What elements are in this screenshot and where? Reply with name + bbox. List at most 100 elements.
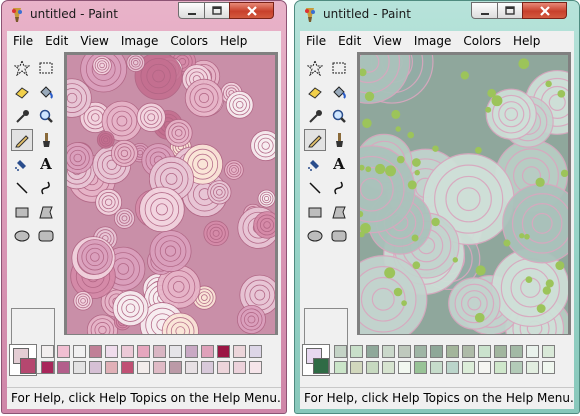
palette-swatch[interactable] bbox=[201, 361, 214, 374]
palette-swatch[interactable] bbox=[57, 361, 70, 374]
text-tool[interactable]: A bbox=[328, 153, 350, 175]
palette-swatch[interactable] bbox=[89, 345, 102, 358]
brush-tool[interactable] bbox=[35, 129, 57, 151]
palette-swatch[interactable] bbox=[233, 361, 246, 374]
palette-swatch[interactable] bbox=[494, 345, 507, 358]
curve-tool[interactable] bbox=[328, 177, 350, 199]
palette-swatch[interactable] bbox=[169, 345, 182, 358]
palette-swatch[interactable] bbox=[137, 361, 150, 374]
palette-swatch[interactable] bbox=[153, 361, 166, 374]
palette-swatch[interactable] bbox=[41, 345, 54, 358]
palette-swatch[interactable] bbox=[462, 361, 475, 374]
pick-color-tool[interactable] bbox=[11, 105, 33, 127]
close-button[interactable] bbox=[522, 2, 567, 19]
palette-swatch[interactable] bbox=[334, 345, 347, 358]
rectangle-tool[interactable] bbox=[11, 201, 33, 223]
airbrush-tool[interactable] bbox=[11, 153, 33, 175]
palette-swatch[interactable] bbox=[169, 361, 182, 374]
palette-swatch[interactable] bbox=[233, 345, 246, 358]
palette-swatch[interactable] bbox=[542, 345, 555, 358]
rect-select-tool[interactable] bbox=[328, 57, 350, 79]
brush-tool[interactable] bbox=[328, 129, 350, 151]
palette-swatch[interactable] bbox=[137, 345, 150, 358]
title-bar[interactable]: untitled - Paint bbox=[295, 1, 579, 29]
fill-tool[interactable] bbox=[328, 81, 350, 103]
palette-swatch[interactable] bbox=[73, 345, 86, 358]
ellipse-tool[interactable] bbox=[304, 225, 326, 247]
airbrush-tool[interactable] bbox=[304, 153, 326, 175]
palette-swatch[interactable] bbox=[414, 361, 427, 374]
free-form-select-tool[interactable] bbox=[304, 57, 326, 79]
free-form-select-tool[interactable] bbox=[11, 57, 33, 79]
palette-swatch[interactable] bbox=[462, 345, 475, 358]
curve-tool[interactable] bbox=[35, 177, 57, 199]
eraser-tool[interactable] bbox=[11, 81, 33, 103]
palette-swatch[interactable] bbox=[542, 361, 555, 374]
palette-swatch[interactable] bbox=[41, 361, 54, 374]
maximize-button[interactable] bbox=[204, 2, 230, 19]
menu-edit[interactable]: Edit bbox=[39, 34, 74, 48]
menu-file[interactable]: File bbox=[300, 34, 332, 48]
pick-color-tool[interactable] bbox=[304, 105, 326, 127]
palette-swatch[interactable] bbox=[526, 361, 539, 374]
palette-swatch[interactable] bbox=[217, 361, 230, 374]
eraser-tool[interactable] bbox=[304, 81, 326, 103]
menu-colors[interactable]: Colors bbox=[457, 34, 507, 48]
text-tool[interactable]: A bbox=[35, 153, 57, 175]
palette-swatch[interactable] bbox=[249, 345, 262, 358]
palette-swatch[interactable] bbox=[121, 345, 134, 358]
palette-swatch[interactable] bbox=[366, 361, 379, 374]
palette-swatch[interactable] bbox=[185, 361, 198, 374]
palette-swatch[interactable] bbox=[478, 345, 491, 358]
palette-swatch[interactable] bbox=[217, 345, 230, 358]
pencil-tool[interactable] bbox=[11, 129, 33, 151]
palette-swatch[interactable] bbox=[446, 345, 459, 358]
palette-swatch[interactable] bbox=[510, 361, 523, 374]
line-tool[interactable] bbox=[304, 177, 326, 199]
menu-image[interactable]: Image bbox=[408, 34, 458, 48]
current-colors[interactable] bbox=[302, 344, 330, 376]
palette-swatch[interactable] bbox=[185, 345, 198, 358]
menu-image[interactable]: Image bbox=[115, 34, 165, 48]
fill-tool[interactable] bbox=[35, 81, 57, 103]
palette-swatch[interactable] bbox=[105, 345, 118, 358]
palette-swatch[interactable] bbox=[478, 361, 491, 374]
drawing-canvas[interactable] bbox=[67, 55, 275, 334]
menu-edit[interactable]: Edit bbox=[332, 34, 367, 48]
menu-help[interactable]: Help bbox=[507, 34, 546, 48]
polygon-tool[interactable] bbox=[35, 201, 57, 223]
palette-swatch[interactable] bbox=[414, 345, 427, 358]
palette-swatch[interactable] bbox=[153, 345, 166, 358]
menu-view[interactable]: View bbox=[367, 34, 407, 48]
minimize-button[interactable] bbox=[471, 2, 498, 19]
current-colors[interactable] bbox=[9, 344, 37, 376]
menu-view[interactable]: View bbox=[74, 34, 114, 48]
title-bar[interactable]: untitled - Paint bbox=[2, 1, 286, 29]
magnifier-tool[interactable] bbox=[35, 105, 57, 127]
line-tool[interactable] bbox=[11, 177, 33, 199]
palette-swatch[interactable] bbox=[121, 361, 134, 374]
menu-help[interactable]: Help bbox=[214, 34, 253, 48]
palette-swatch[interactable] bbox=[105, 361, 118, 374]
rounded-rect-tool[interactable] bbox=[35, 225, 57, 247]
drawing-canvas[interactable] bbox=[360, 55, 568, 334]
palette-swatch[interactable] bbox=[201, 345, 214, 358]
palette-swatch[interactable] bbox=[350, 361, 363, 374]
pencil-tool[interactable] bbox=[304, 129, 326, 151]
palette-swatch[interactable] bbox=[366, 345, 379, 358]
rectangle-tool[interactable] bbox=[304, 201, 326, 223]
palette-swatch[interactable] bbox=[446, 361, 459, 374]
polygon-tool[interactable] bbox=[328, 201, 350, 223]
menu-file[interactable]: File bbox=[7, 34, 39, 48]
menu-colors[interactable]: Colors bbox=[164, 34, 214, 48]
palette-swatch[interactable] bbox=[57, 345, 70, 358]
palette-swatch[interactable] bbox=[249, 361, 262, 374]
palette-swatch[interactable] bbox=[73, 361, 86, 374]
palette-swatch[interactable] bbox=[398, 345, 411, 358]
palette-swatch[interactable] bbox=[494, 361, 507, 374]
palette-swatch[interactable] bbox=[382, 361, 395, 374]
palette-swatch[interactable] bbox=[382, 345, 395, 358]
palette-swatch[interactable] bbox=[430, 361, 443, 374]
palette-swatch[interactable] bbox=[89, 361, 102, 374]
magnifier-tool[interactable] bbox=[328, 105, 350, 127]
